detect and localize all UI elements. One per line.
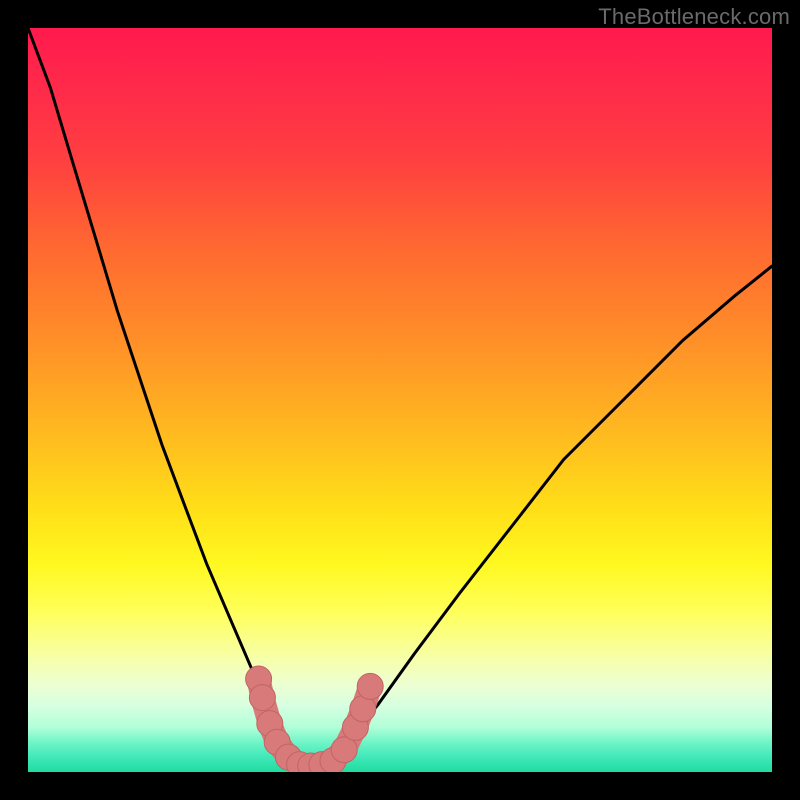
outer-frame: TheBottleneck.com xyxy=(0,0,800,800)
curve-layer xyxy=(28,28,772,772)
bottleneck-curve xyxy=(28,28,772,772)
plot-area xyxy=(28,28,772,772)
curve-segment xyxy=(28,28,311,772)
curve-segment xyxy=(311,266,772,772)
data-marker xyxy=(249,685,275,711)
data-marker xyxy=(357,673,383,699)
marker-cluster xyxy=(246,666,384,772)
watermark-text: TheBottleneck.com xyxy=(598,4,790,30)
